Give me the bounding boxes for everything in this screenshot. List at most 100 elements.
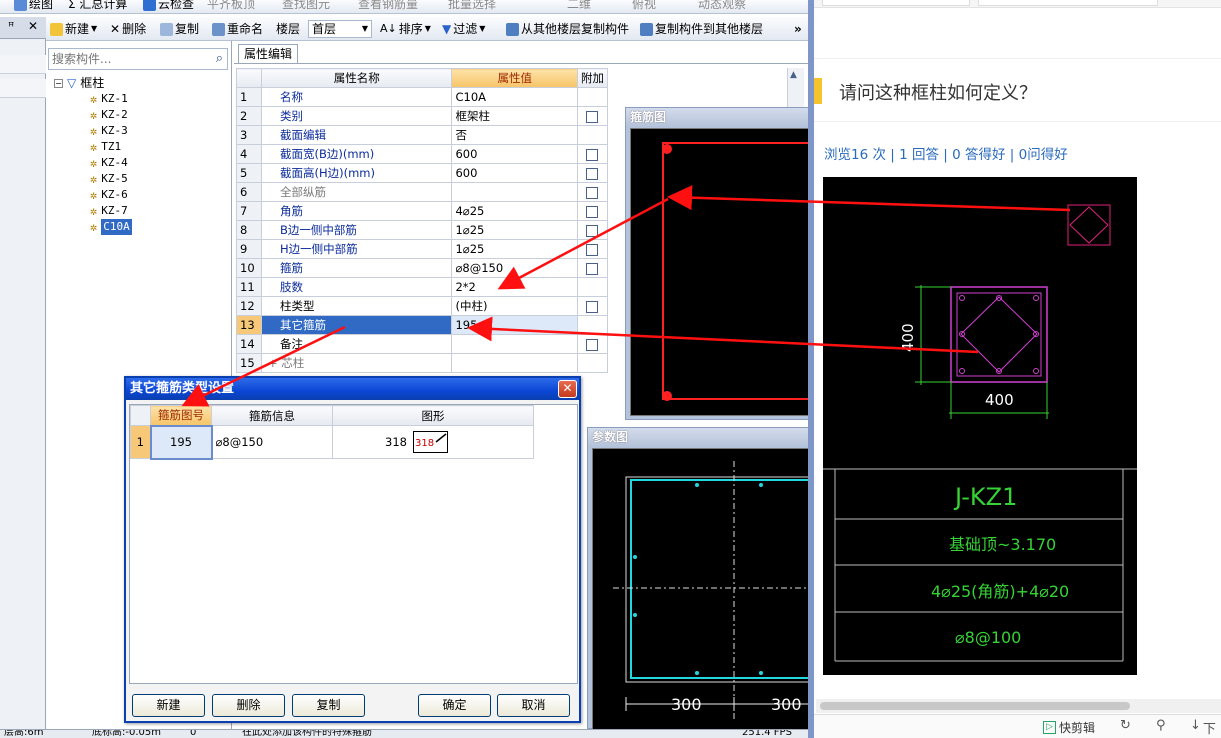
property-row[interactable]: 4 截面宽(B边)(mm) 600 (236, 144, 609, 164)
view-rebar-button[interactable]: 查看钢筋量 (358, 0, 418, 13)
property-row[interactable]: 2 类别 框架柱 (236, 106, 609, 126)
find-element-button[interactable]: 查找图元 (282, 0, 330, 13)
search-input[interactable] (49, 49, 199, 69)
dialog-delete-button[interactable]: 删除 (212, 694, 285, 717)
dialog-cell-shape[interactable]: 318 318 (332, 425, 534, 459)
delete-button[interactable]: ✕ 删除 (110, 20, 146, 38)
sort-button[interactable]: A↓ 排序 ▼ (380, 20, 431, 38)
copy-from-floor-button[interactable]: 从其他楼层复制构件 (506, 20, 629, 38)
browser-tab[interactable] (822, 0, 970, 6)
tree-item[interactable]: ✲ KZ-4 (90, 155, 128, 171)
property-value[interactable]: 1⌀25 (451, 220, 578, 240)
align-slab-button[interactable]: 平齐板顶 (207, 0, 255, 13)
more-button[interactable]: » (794, 20, 802, 38)
property-value[interactable] (451, 182, 578, 202)
extra-checkbox[interactable] (586, 186, 599, 199)
extra-checkbox[interactable] (586, 110, 599, 123)
extra-checkbox[interactable] (586, 167, 599, 180)
new-button[interactable]: 新建 ▼ (50, 20, 97, 38)
floor-select[interactable]: 首层 ▼ (308, 20, 372, 38)
tree-item[interactable]: ✲ KZ-7 (90, 203, 128, 219)
property-row[interactable]: 11 肢数 2*2 (236, 277, 609, 297)
property-row[interactable]: 8 B边一侧中部筋 1⌀25 (236, 220, 609, 240)
draw-button[interactable]: 绘图 (14, 0, 53, 13)
left-panel-row[interactable] (0, 79, 46, 98)
download-button[interactable]: ↓ 下 (1190, 718, 1216, 737)
property-value[interactable]: C10A (451, 87, 578, 107)
dialog-row[interactable]: 1 195 ⌀8@150 318 318 (130, 424, 534, 460)
property-row[interactable]: 14 备注 (236, 334, 609, 354)
tree-item[interactable]: ✲ KZ-5 (90, 171, 128, 187)
orbit-button[interactable]: 动态观察 (698, 0, 746, 13)
search-icon[interactable]: ⌕ (216, 51, 223, 66)
property-value[interactable]: ⌀8@150 (451, 258, 578, 278)
collapse-icon[interactable]: − (54, 78, 63, 88)
web-scrollbar[interactable] (816, 699, 1221, 713)
property-row[interactable]: 15 + 芯柱 (236, 353, 609, 373)
tree-item[interactable]: ✲ KZ-3 (90, 123, 128, 139)
copy-to-floor-button[interactable]: 复制构件到其他楼层 (640, 20, 763, 38)
property-row[interactable]: 12 柱类型 (中柱) (236, 296, 609, 316)
batch-select-button[interactable]: 批量选择 (448, 0, 496, 13)
grid-scrollbar[interactable]: ▲ (787, 68, 804, 108)
tab-property-edit[interactable]: 属性编辑 (238, 44, 298, 64)
property-value[interactable] (451, 353, 578, 373)
tree-item[interactable]: ✲ KZ-1 (90, 91, 128, 107)
extra-checkbox[interactable] (586, 148, 599, 161)
property-value[interactable] (451, 334, 578, 354)
tree-item[interactable]: ✲ KZ-6 (90, 187, 128, 203)
question-meta[interactable]: 浏览16 次 | 1 回答 | 0 答得好 | 0问得好 (824, 143, 1068, 163)
snip-button[interactable]: ▷ 快剪辑 (1043, 719, 1095, 736)
property-row[interactable]: 1 名称 C10A (236, 87, 609, 107)
extra-checkbox[interactable] (586, 300, 599, 313)
2d-button[interactable]: 二维 (567, 0, 591, 13)
property-value[interactable]: 2*2 (451, 277, 578, 297)
rename-button[interactable]: 重命名 (212, 20, 263, 38)
property-value[interactable]: 框架柱 (451, 106, 578, 126)
tree-root[interactable]: − ▽ 框柱 (54, 75, 104, 91)
tree-item[interactable]: ✲ C10A (90, 219, 132, 235)
property-value[interactable]: 600 (451, 163, 578, 183)
close-icon[interactable]: ✕ (28, 19, 38, 33)
dialog-cell-code[interactable]: 195 (149, 424, 213, 460)
scroll-up-icon[interactable]: ▲ (790, 70, 797, 80)
property-row[interactable]: 3 截面编辑 否 (236, 125, 609, 145)
property-value[interactable]: 600 (451, 144, 578, 164)
dialog-cancel-button[interactable]: 取消 (497, 694, 570, 717)
cloud-check-button[interactable]: 云检查 (143, 0, 194, 13)
browser-tab[interactable] (978, 0, 1158, 6)
copy-button[interactable]: 复制 (160, 20, 199, 38)
property-row[interactable]: 7 角筋 4⌀25 (236, 201, 609, 221)
pin-icon[interactable]: ꟸ (8, 20, 14, 33)
filter-button[interactable]: ▼ 过滤 ▼ (442, 20, 485, 38)
pin-icon[interactable]: ⚲ (1156, 718, 1166, 733)
web-scrollbar-thumb[interactable] (820, 702, 1130, 710)
refresh-icon[interactable]: ↻ (1120, 718, 1131, 733)
dialog-copy-button[interactable]: 复制 (292, 694, 365, 717)
extra-checkbox[interactable] (586, 243, 599, 256)
property-row[interactable]: 5 截面高(H边)(mm) 600 (236, 163, 609, 183)
tree-item[interactable]: ✲ KZ-2 (90, 107, 128, 123)
summary-calc-button[interactable]: Σ 汇总计算 (68, 0, 127, 13)
dialog-close-button[interactable]: ✕ (558, 380, 577, 398)
property-value[interactable]: 否 (451, 125, 578, 145)
extra-checkbox[interactable] (586, 262, 599, 275)
expand-icon[interactable]: + (268, 356, 281, 370)
property-row[interactable]: 13 其它箍筋 195 (236, 315, 609, 335)
property-row[interactable]: 6 全部纵筋 (236, 182, 609, 202)
property-value[interactable]: 195 (451, 315, 578, 335)
window-splitter[interactable] (808, 0, 814, 738)
extra-checkbox[interactable] (586, 338, 599, 351)
property-value[interactable]: 1⌀25 (451, 239, 578, 259)
dialog-new-button[interactable]: 新建 (132, 694, 205, 717)
property-value[interactable]: (中柱) (451, 296, 578, 316)
property-row[interactable]: 9 H边一侧中部筋 1⌀25 (236, 239, 609, 259)
extra-checkbox[interactable] (586, 224, 599, 237)
top-view-button[interactable]: 俯视 (632, 0, 656, 13)
dialog-ok-button[interactable]: 确定 (418, 694, 491, 717)
extra-checkbox[interactable] (586, 205, 599, 218)
tree-item[interactable]: ✲ TZ1 (90, 139, 121, 155)
dialog-cell-info[interactable]: ⌀8@150 (211, 425, 333, 459)
left-panel-row[interactable] (0, 55, 46, 74)
property-row[interactable]: 10 箍筋 ⌀8@150 (236, 258, 609, 278)
